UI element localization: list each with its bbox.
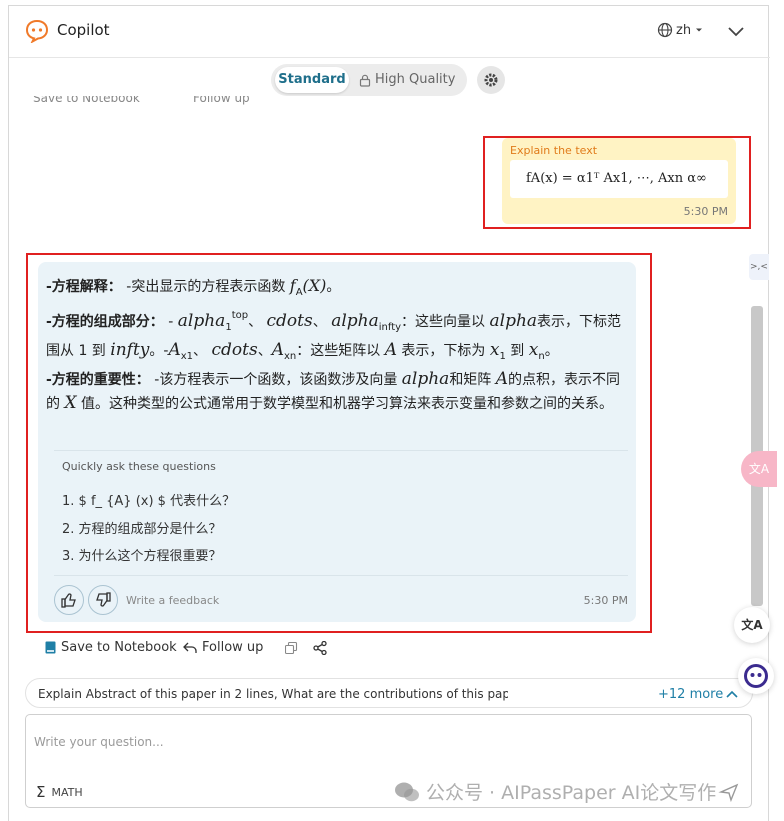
question-placeholder: Write your question... <box>34 735 164 749</box>
wechat-icon <box>395 782 419 801</box>
language-selector[interactable]: zh <box>657 22 704 38</box>
lock-icon <box>359 74 371 87</box>
mode-high-quality-button[interactable]: High Quality <box>359 67 455 93</box>
share-icon[interactable] <box>313 641 327 655</box>
mode-standard-button[interactable]: Standard <box>275 67 349 93</box>
save-to-notebook-button[interactable]: Save to Notebook <box>45 640 177 655</box>
translate-button[interactable]: 文A <box>734 607 770 643</box>
header: Copilot zh <box>9 6 770 58</box>
suggested-prompts: Explain Abstract of this paper in 2 line… <box>25 678 753 708</box>
sigma-icon: Σ <box>36 783 46 801</box>
mode-high-quality-label: High Quality <box>375 72 456 87</box>
side-tab[interactable]: >,< <box>749 254 769 280</box>
save-to-notebook-link[interactable]: Save to Notebook <box>33 96 140 105</box>
highlight-box <box>483 136 751 229</box>
settings-button[interactable] <box>477 66 505 94</box>
math-label: MATH <box>51 785 83 799</box>
translate-tab[interactable]: 文A <box>741 451 777 487</box>
notebook-icon <box>45 641 56 654</box>
save-to-notebook-label: Save to Notebook <box>61 640 177 655</box>
highlight-box <box>26 253 652 633</box>
gear-icon <box>484 73 498 87</box>
follow-up-button[interactable]: Follow up <box>183 640 263 655</box>
watermark-text: 公众号 · AIPassPaper AI论文写作 <box>426 782 717 804</box>
globe-icon <box>657 22 673 38</box>
copy-icon[interactable] <box>285 642 298 655</box>
copilot-panel: Copilot zh Standard High Quality Save to… <box>8 5 770 821</box>
suggested-prompt[interactable]: Explain Abstract of this paper in 2 line… <box>38 687 508 701</box>
robot-icon <box>744 664 768 688</box>
app-title: Copilot <box>57 21 110 39</box>
math-button[interactable]: Σ MATH <box>36 783 83 801</box>
language-label: zh <box>676 22 692 38</box>
translate-icon: 文A <box>741 618 763 632</box>
chevron-up-icon[interactable] <box>726 689 738 699</box>
reply-icon <box>183 642 197 653</box>
send-icon[interactable] <box>718 781 740 803</box>
assistant-bot-button[interactable] <box>738 658 774 694</box>
follow-up-link[interactable]: Follow up <box>193 96 250 105</box>
follow-up-label: Follow up <box>202 640 264 655</box>
watermark: 公众号 · AIPassPaper AI论文写作 <box>394 778 716 805</box>
previous-message-actions: Save to Notebook Follow up <box>33 96 333 112</box>
mode-switch: Standard High Quality <box>271 64 467 96</box>
caret-down-icon <box>696 28 703 32</box>
chevron-down-icon[interactable] <box>725 20 747 42</box>
copilot-logo-icon <box>25 19 49 43</box>
more-prompts-button[interactable]: +12 more <box>658 687 723 702</box>
